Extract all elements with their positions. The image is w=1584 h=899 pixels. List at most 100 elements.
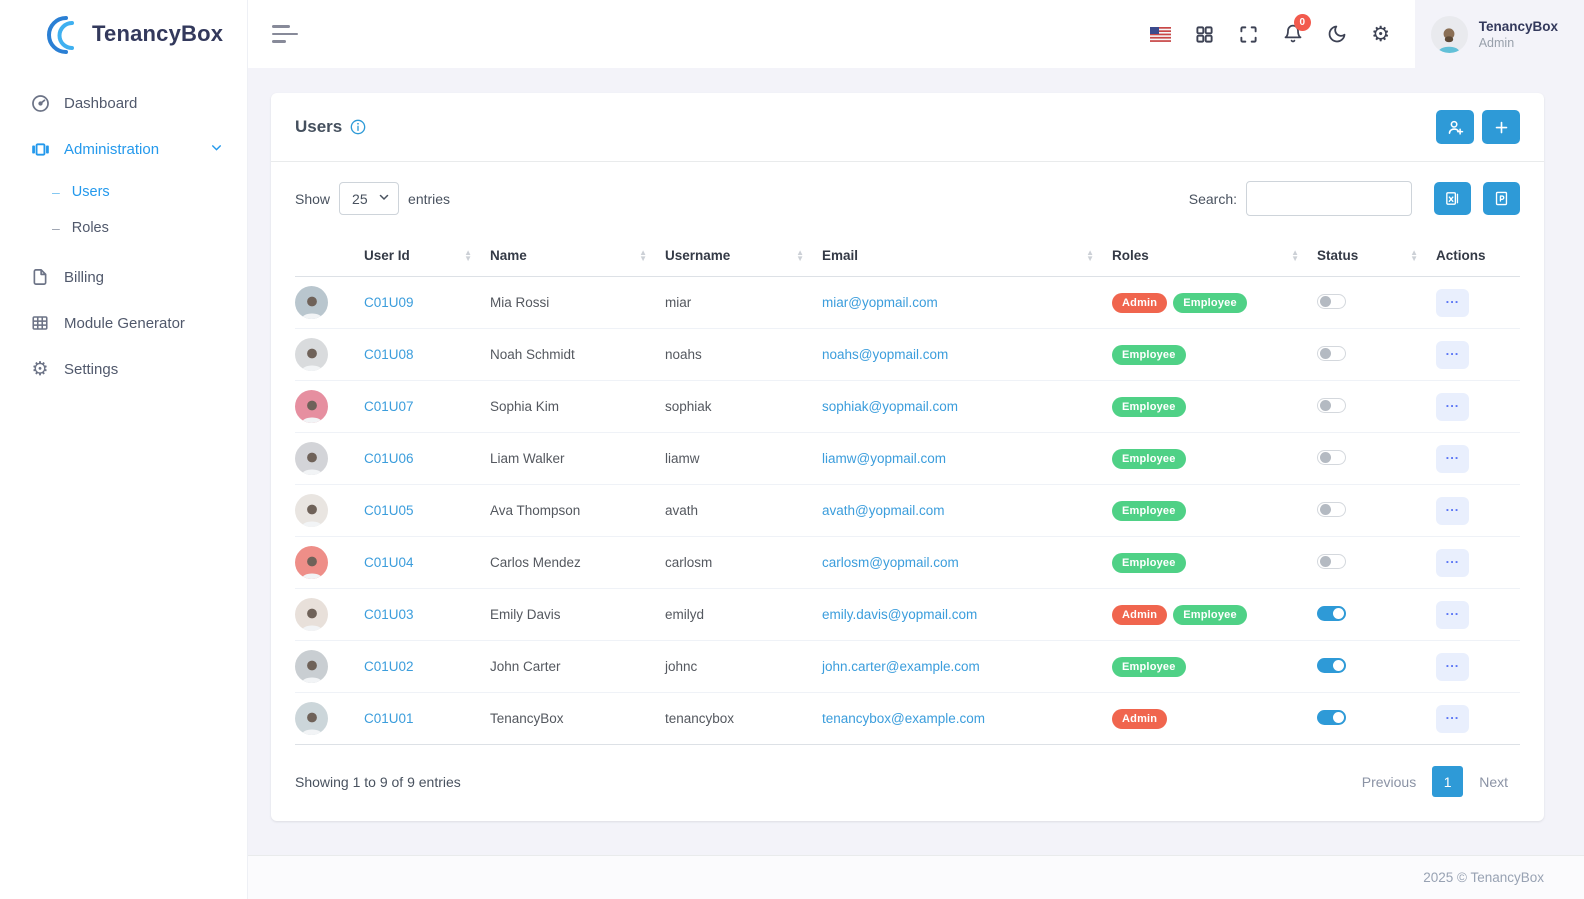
column-header-username[interactable]: Username▲▼ <box>665 235 822 277</box>
pagination-previous[interactable]: Previous <box>1350 768 1428 796</box>
user-role: Admin <box>1479 36 1558 50</box>
user-id-link[interactable]: C01U05 <box>364 503 414 518</box>
table-row: C01U01 TenancyBox tenancybox tenancybox@… <box>295 693 1520 745</box>
user-id-link[interactable]: C01U01 <box>364 711 414 726</box>
column-header-name[interactable]: Name▲▼ <box>490 235 665 277</box>
sidebar-item-settings[interactable]: ⚙ Settings <box>0 346 247 392</box>
users-card: Users <box>271 93 1544 821</box>
status-toggle[interactable] <box>1317 346 1346 361</box>
user-id-link[interactable]: C01U03 <box>364 607 414 622</box>
row-actions-button[interactable]: ... <box>1436 653 1469 681</box>
export-excel-button[interactable] <box>1434 182 1471 215</box>
dark-mode-moon-icon[interactable] <box>1315 12 1359 56</box>
email-link[interactable]: carlosm@yopmail.com <box>822 555 959 570</box>
status-toggle[interactable] <box>1317 554 1346 569</box>
user-id-link[interactable]: C01U07 <box>364 399 414 414</box>
user-avatar <box>295 494 328 527</box>
row-actions-button[interactable]: ... <box>1436 705 1469 733</box>
brand-logo-icon <box>46 12 90 56</box>
role-badge-employee: Employee <box>1112 397 1186 417</box>
administration-icon <box>30 139 50 159</box>
pagination-next[interactable]: Next <box>1467 768 1520 796</box>
status-toggle[interactable] <box>1317 450 1346 465</box>
apps-grid-icon[interactable] <box>1183 12 1227 56</box>
info-icon[interactable] <box>350 119 366 135</box>
row-actions-button[interactable]: ... <box>1436 445 1469 473</box>
sort-icon: ▲▼ <box>1291 250 1299 262</box>
settings-gear-icon[interactable]: ⚙ <box>1359 12 1403 56</box>
column-header-roles[interactable]: Roles▲▼ <box>1112 235 1317 277</box>
email-link[interactable]: miar@yopmail.com <box>822 295 938 310</box>
brand-name: TenancyBox <box>92 21 223 47</box>
user-name-cell: TenancyBox <box>490 693 665 745</box>
status-toggle[interactable] <box>1317 294 1346 309</box>
fullscreen-icon[interactable] <box>1227 12 1271 56</box>
search-input[interactable] <box>1246 181 1412 216</box>
column-header-user-id[interactable]: User Id▲▼ <box>364 235 490 277</box>
status-toggle[interactable] <box>1317 710 1346 725</box>
add-user-button[interactable] <box>1482 110 1520 144</box>
username-cell: emilyd <box>665 589 822 641</box>
language-flag-icon[interactable] <box>1139 12 1183 56</box>
user-name-cell: Sophia Kim <box>490 381 665 433</box>
user-id-link[interactable]: C01U08 <box>364 347 414 362</box>
billing-icon <box>30 267 50 287</box>
status-toggle[interactable] <box>1317 398 1346 413</box>
email-link[interactable]: emily.davis@yopmail.com <box>822 607 977 622</box>
email-link[interactable]: john.carter@example.com <box>822 659 980 674</box>
sidebar-item-label: Billing <box>64 269 104 286</box>
row-actions-button[interactable]: ... <box>1436 289 1469 317</box>
row-actions-button[interactable]: ... <box>1436 549 1469 577</box>
dash-icon: – <box>52 220 60 236</box>
sidebar-item-label: Administration <box>64 141 159 158</box>
username-cell: carlosm <box>665 537 822 589</box>
user-id-link[interactable]: C01U02 <box>364 659 414 674</box>
email-link[interactable]: sophiak@yopmail.com <box>822 399 958 414</box>
card-header: Users <box>271 93 1544 162</box>
role-badge-employee: Employee <box>1112 345 1186 365</box>
email-link[interactable]: liamw@yopmail.com <box>822 451 946 466</box>
email-link[interactable]: noahs@yopmail.com <box>822 347 948 362</box>
table-row: C01U07 Sophia Kim sophiak sophiak@yopmai… <box>295 381 1520 433</box>
sidebar-item-administration[interactable]: Administration <box>0 126 247 172</box>
hamburger-menu-icon[interactable] <box>272 25 302 43</box>
status-toggle[interactable] <box>1317 606 1346 621</box>
export-pdf-button[interactable] <box>1483 182 1520 215</box>
sidebar-item-billing[interactable]: Billing <box>0 254 247 300</box>
status-toggle[interactable] <box>1317 658 1346 673</box>
status-toggle[interactable] <box>1317 502 1346 517</box>
row-actions-button[interactable]: ... <box>1436 341 1469 369</box>
user-menu[interactable]: TenancyBox Admin <box>1415 0 1584 68</box>
roles-cell: AdminEmployee <box>1112 589 1317 641</box>
row-actions-button[interactable]: ... <box>1436 393 1469 421</box>
brand-logo[interactable]: TenancyBox <box>0 0 247 68</box>
row-actions-button[interactable]: ... <box>1436 497 1469 525</box>
pagination-page-1[interactable]: 1 <box>1432 766 1463 797</box>
sidebar-subitem-label: Users <box>72 184 110 200</box>
sort-icon: ▲▼ <box>464 250 472 262</box>
username-cell: tenancybox <box>665 693 822 745</box>
table-header-row: User Id▲▼ Name▲▼ Username▲▼ Email▲▼ Role… <box>295 235 1520 277</box>
user-id-link[interactable]: C01U06 <box>364 451 414 466</box>
sidebar-item-dashboard[interactable]: Dashboard <box>0 80 247 126</box>
column-header-status[interactable]: Status▲▼ <box>1317 235 1436 277</box>
column-header-email[interactable]: Email▲▼ <box>822 235 1112 277</box>
page-size-select[interactable]: 25 <box>339 182 399 215</box>
sidebar-item-users[interactable]: – Users <box>0 174 247 210</box>
username-cell: johnc <box>665 641 822 693</box>
role-badge-employee: Employee <box>1112 501 1186 521</box>
user-id-link[interactable]: C01U09 <box>364 295 414 310</box>
notification-count-badge: 0 <box>1294 14 1311 31</box>
email-link[interactable]: avath@yopmail.com <box>822 503 945 518</box>
username-cell: liamw <box>665 433 822 485</box>
role-badge-employee: Employee <box>1112 449 1186 469</box>
invite-user-button[interactable] <box>1436 110 1474 144</box>
email-link[interactable]: tenancybox@example.com <box>822 711 985 726</box>
show-label: Show <box>295 191 330 207</box>
sidebar-item-roles[interactable]: – Roles <box>0 210 247 246</box>
user-id-link[interactable]: C01U04 <box>364 555 414 570</box>
user-name: TenancyBox <box>1479 18 1558 36</box>
row-actions-button[interactable]: ... <box>1436 601 1469 629</box>
notifications-bell-icon[interactable]: 0 <box>1271 12 1315 56</box>
sidebar-item-module-generator[interactable]: Module Generator <box>0 300 247 346</box>
